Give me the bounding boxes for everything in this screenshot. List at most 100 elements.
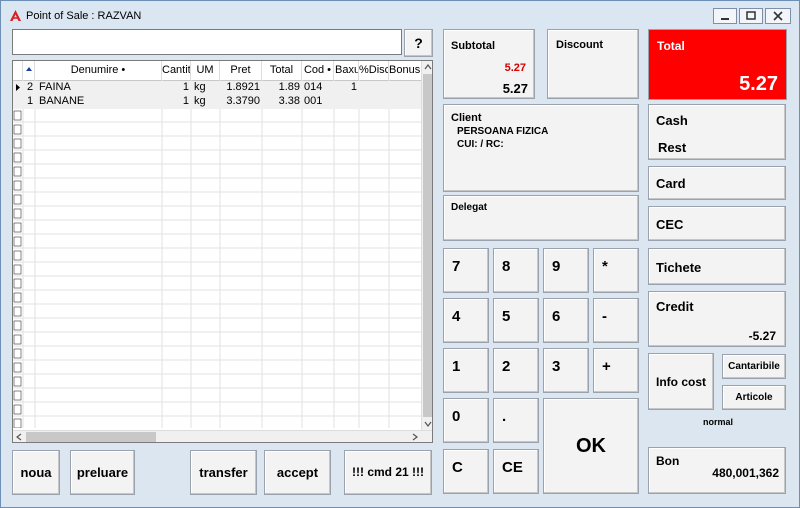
title-bar: Point of Sale : RAZVAN [1, 1, 799, 29]
cell-cod: 014 [304, 81, 323, 93]
column-header-denumire[interactable]: Denumire • [35, 61, 162, 80]
maximize-button[interactable] [739, 8, 763, 24]
scroll-down-icon [424, 421, 432, 427]
cell-total: 1.89 [278, 81, 300, 93]
cell-cantit: 1 [182, 81, 189, 93]
sort-up-icon [26, 67, 32, 71]
bon-number: 480,001,362 [712, 466, 779, 480]
row-current-indicator [13, 81, 23, 95]
column-header-baxu[interactable]: Baxu [334, 61, 359, 80]
clear-button[interactable]: C [443, 449, 489, 494]
column-header-cod[interactable]: Cod • [302, 61, 334, 80]
credit-value: -5.27 [748, 329, 776, 343]
bon-label: Bon [656, 454, 680, 468]
cell-denumire: FAINA [39, 81, 71, 93]
cell-bonus [389, 81, 419, 95]
tichete-button[interactable]: Tichete [648, 248, 786, 285]
total-panel: Total 5.27 [648, 29, 787, 100]
vertical-scrollbar[interactable] [421, 61, 432, 430]
cell-baxu: 1 [350, 81, 357, 93]
key-minus[interactable]: - [593, 298, 639, 343]
key-6[interactable]: 6 [543, 298, 589, 343]
column-header-total[interactable]: Total [262, 61, 302, 80]
cantaribile-button[interactable]: Cantaribile [722, 354, 786, 379]
subtotal-panel: Subtotal 5.27 5.27 [443, 29, 535, 99]
cell-nr: 2 [27, 81, 34, 93]
cash-button[interactable]: Cash Rest [648, 104, 786, 160]
articole-button[interactable]: Articole [722, 385, 786, 410]
bon-button[interactable]: Bon 480,001,362 [648, 447, 786, 494]
cec-button[interactable]: CEC [648, 206, 786, 241]
discount-panel[interactable]: Discount [547, 29, 639, 99]
cell-disc [359, 95, 387, 109]
minimize-icon [721, 18, 729, 20]
subtotal-value: 5.27 [502, 81, 528, 96]
credit-button[interactable]: Credit -5.27 [648, 291, 786, 347]
key-2[interactable]: 2 [493, 348, 539, 393]
ok-button[interactable]: OK [543, 398, 639, 494]
total-label: Total [657, 39, 685, 53]
cell-denumire: BANANE [39, 95, 85, 107]
info-cost-button[interactable]: Info cost [648, 353, 714, 410]
column-header-bonus[interactable]: Bonus [389, 61, 421, 80]
cell-cantit: 1 [182, 95, 189, 107]
horizontal-scroll-thumb[interactable] [26, 432, 156, 442]
key-7[interactable]: 7 [443, 248, 489, 293]
row-pointer-icon [16, 84, 20, 91]
scroll-left-icon [16, 433, 22, 441]
scroll-right-icon [412, 433, 418, 441]
search-input[interactable] [12, 29, 402, 55]
transfer-button[interactable]: transfer [190, 450, 257, 495]
cell-pret: 3.3790 [226, 95, 260, 107]
card-button[interactable]: Card [648, 166, 786, 200]
minimize-button[interactable] [713, 8, 737, 24]
column-header-um[interactable]: UM [191, 61, 220, 80]
clear-entry-button[interactable]: CE [493, 449, 539, 494]
cmd-button[interactable]: !!! cmd 21 !!! [344, 450, 432, 495]
items-grid: Denumire • Cantit UM Pret Total Cod • Ba… [12, 60, 433, 443]
scroll-up-icon [424, 64, 432, 70]
search-help-button[interactable]: ? [404, 29, 433, 57]
key-dot[interactable]: . [493, 398, 539, 443]
column-header-disc[interactable]: %Disc [359, 61, 389, 80]
table-row[interactable]: 1 BANANE 1 kg 3.3790 3.38 001 [13, 95, 421, 109]
key-9[interactable]: 9 [543, 248, 589, 293]
cell-baxu [334, 95, 357, 109]
key-1[interactable]: 1 [443, 348, 489, 393]
noua-button[interactable]: noua [12, 450, 60, 495]
key-3[interactable]: 3 [543, 348, 589, 393]
cell-um: kg [194, 81, 206, 93]
window-title: Point of Sale : RAZVAN [26, 10, 142, 22]
horizontal-scrollbar[interactable] [13, 430, 432, 442]
preluare-button[interactable]: preluare [70, 450, 135, 495]
client-panel[interactable]: Client PERSOANA FIZICA CUI: / RC: [443, 104, 639, 192]
sort-column-header[interactable] [23, 61, 35, 80]
credit-label: Credit [656, 299, 694, 314]
close-icon [773, 11, 783, 21]
accept-button[interactable]: accept [264, 450, 331, 495]
key-plus[interactable]: + [593, 348, 639, 393]
key-8[interactable]: 8 [493, 248, 539, 293]
grid-lines [13, 80, 421, 428]
app-logo-icon [10, 10, 21, 21]
cell-bonus [389, 95, 419, 109]
key-5[interactable]: 5 [493, 298, 539, 343]
cell-cod: 001 [304, 95, 323, 107]
grid-header: Denumire • Cantit UM Pret Total Cod • Ba… [13, 61, 421, 81]
delegat-panel[interactable]: Delegat [443, 195, 639, 241]
subtotal-label: Subtotal [451, 40, 495, 52]
client-name: PERSOANA FIZICA [457, 126, 549, 137]
key-4[interactable]: 4 [443, 298, 489, 343]
cell-total: 3.38 [278, 95, 300, 107]
close-button[interactable] [765, 8, 791, 24]
key-multiply[interactable]: * [593, 248, 639, 293]
delegat-label: Delegat [451, 202, 488, 213]
client-label: Client [451, 112, 482, 124]
table-row[interactable]: 2 FAINA 1 kg 1.8921 1.89 014 1 [13, 81, 421, 95]
column-header-pret[interactable]: Pret [220, 61, 262, 80]
maximize-icon [746, 11, 756, 20]
total-value: 5.27 [739, 73, 778, 95]
column-header-cantit[interactable]: Cantit [162, 61, 191, 80]
key-0[interactable]: 0 [443, 398, 489, 443]
vertical-scroll-thumb[interactable] [423, 74, 432, 417]
